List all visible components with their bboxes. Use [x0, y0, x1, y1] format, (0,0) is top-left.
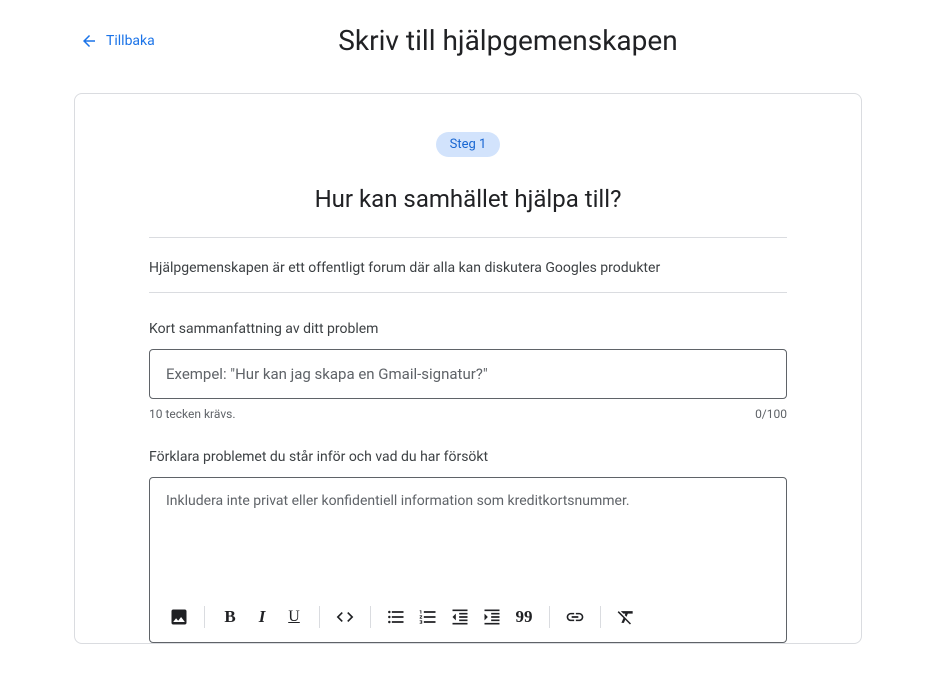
- summary-input[interactable]: [149, 349, 787, 399]
- summary-hint: 10 tecken krävs.: [149, 407, 236, 421]
- toolbar-code-button[interactable]: [330, 602, 360, 632]
- italic-icon: I: [259, 607, 266, 627]
- toolbar-quote-button[interactable]: 99: [509, 602, 539, 632]
- bulleted-list-icon: [386, 607, 406, 627]
- toolbar-italic-button[interactable]: I: [247, 602, 277, 632]
- toolbar-clear-button[interactable]: [611, 602, 641, 632]
- back-button[interactable]: Tillbaka: [80, 32, 155, 50]
- toolbar-separator: [204, 606, 205, 628]
- summary-meta: 10 tecken krävs. 0/100: [149, 407, 787, 421]
- details-label: Förklara problemet du står inför och vad…: [149, 449, 787, 465]
- summary-label: Kort sammanfattning av ditt problem: [149, 321, 787, 337]
- link-icon: [565, 607, 585, 627]
- toolbar-underline-button[interactable]: U: [279, 602, 309, 632]
- back-label: Tillbaka: [106, 33, 155, 49]
- toolbar-bold-button[interactable]: B: [215, 602, 245, 632]
- indent-icon: [482, 607, 502, 627]
- toolbar-outdent-button[interactable]: [445, 602, 475, 632]
- step-title: Hur kan samhället hjälpa till?: [149, 185, 787, 213]
- underline-icon: U: [288, 608, 300, 626]
- toolbar-separator: [549, 606, 550, 628]
- toolbar-separator: [600, 606, 601, 628]
- forum-description: Hjälpgemenskapen är ett offentligt forum…: [149, 238, 787, 292]
- image-icon: [169, 607, 189, 627]
- toolbar-ul-button[interactable]: [381, 602, 411, 632]
- divider: [149, 292, 787, 293]
- details-textarea[interactable]: Inkludera inte privat eller konfidentiel…: [150, 478, 786, 594]
- details-editor: Inkludera inte privat eller konfidentiel…: [149, 477, 787, 643]
- summary-counter: 0/100: [755, 407, 787, 421]
- code-icon: [335, 607, 355, 627]
- toolbar-image-button[interactable]: [164, 602, 194, 632]
- arrow-left-icon: [80, 32, 98, 50]
- header: Tillbaka Skriv till hjälpgemenskapen: [0, 0, 936, 81]
- step-badge: Steg 1: [436, 132, 501, 157]
- outdent-icon: [450, 607, 470, 627]
- numbered-list-icon: [418, 607, 438, 627]
- toolbar-link-button[interactable]: [560, 602, 590, 632]
- quote-icon: 99: [516, 607, 533, 627]
- form-card: Steg 1 Hur kan samhället hjälpa till? Hj…: [74, 93, 862, 644]
- toolbar-separator: [319, 606, 320, 628]
- page-title: Skriv till hjälpgemenskapen: [80, 24, 936, 57]
- toolbar-indent-button[interactable]: [477, 602, 507, 632]
- editor-toolbar: B I U 99: [150, 594, 786, 642]
- bold-icon: B: [224, 607, 235, 627]
- toolbar-ol-button[interactable]: [413, 602, 443, 632]
- clear-format-icon: [616, 607, 636, 627]
- toolbar-separator: [370, 606, 371, 628]
